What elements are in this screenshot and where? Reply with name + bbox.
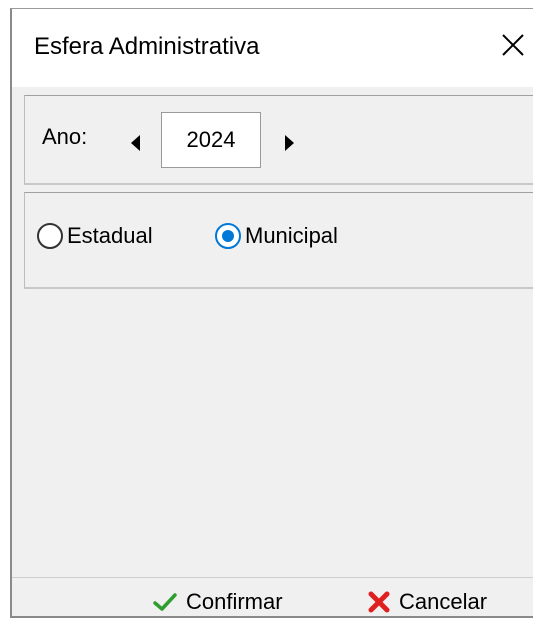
next-year-button[interactable] <box>279 128 299 158</box>
radio-municipal-indicator <box>215 223 241 249</box>
radio-estadual-label: Estadual <box>67 223 153 248</box>
radio-municipal-label: Municipal <box>245 223 338 248</box>
close-button[interactable] <box>493 21 533 69</box>
footer-divider <box>12 577 533 578</box>
triangle-right-icon <box>285 135 294 151</box>
radio-estadual[interactable]: Estadual <box>37 223 153 249</box>
dialog-window: Esfera Administrativa Ano: 2024 Estadual <box>10 8 533 618</box>
radio-municipal[interactable]: Municipal <box>215 223 338 249</box>
triangle-left-icon <box>131 135 140 151</box>
close-icon <box>502 34 524 56</box>
title-bar: Esfera Administrativa <box>12 9 533 87</box>
cancel-button[interactable]: Cancelar <box>367 589 487 615</box>
x-mark-icon <box>368 591 390 613</box>
confirm-button-label: Confirmar <box>186 589 283 614</box>
year-panel: Ano: 2024 <box>24 95 533 185</box>
cancel-button-label: Cancelar <box>399 589 488 614</box>
year-label: Ano: <box>42 124 88 149</box>
radio-estadual-indicator <box>37 223 63 249</box>
window-title: Esfera Administrativa <box>34 33 260 60</box>
year-field[interactable]: 2024 <box>161 112 261 168</box>
previous-year-button[interactable] <box>125 128 145 158</box>
confirm-button[interactable]: Confirmar <box>152 589 283 615</box>
checkmark-icon <box>153 593 177 611</box>
scope-panel: Estadual Municipal <box>24 192 533 289</box>
